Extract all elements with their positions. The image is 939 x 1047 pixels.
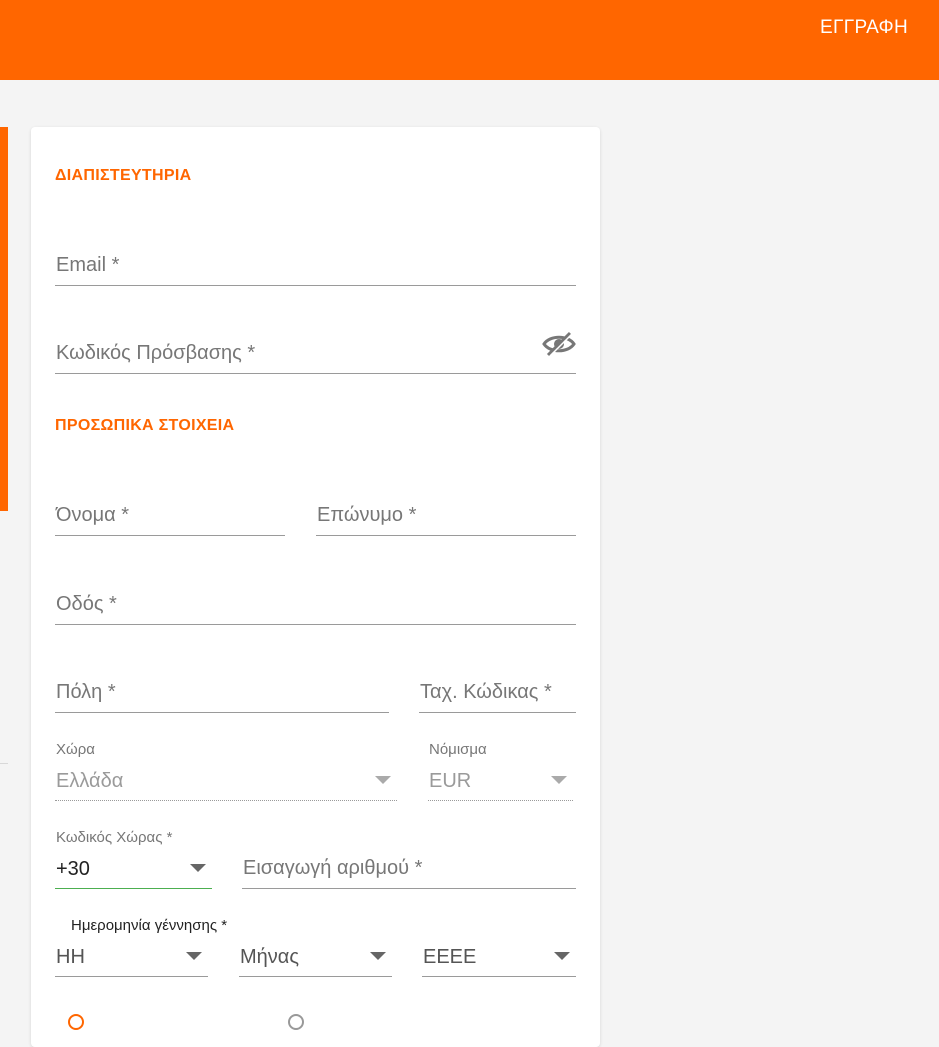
- chevron-down-icon: [186, 952, 202, 960]
- credentials-section-title: ΔΙΑΠΙΣΤΕΥΤΗΡΙΑ: [55, 167, 192, 184]
- last-name-field[interactable]: Επώνυμο *: [316, 495, 576, 536]
- first-name-placeholder: Όνομα *: [56, 504, 130, 526]
- postal-code-placeholder: Ταχ. Κώδικας *: [420, 681, 552, 703]
- dob-day-select[interactable]: ΗΗ: [55, 936, 208, 977]
- currency-value: EUR: [429, 770, 472, 792]
- dob-month-value: Μήνας: [240, 946, 299, 968]
- street-placeholder: Οδός *: [56, 593, 117, 615]
- left-accent-bar: [0, 127, 8, 511]
- register-title: ΕΓΓΡΑΦΗ: [820, 17, 908, 38]
- first-name-field[interactable]: Όνομα *: [55, 495, 285, 536]
- country-label: Χώρα: [56, 741, 95, 758]
- registration-card: ΔΙΑΠΙΣΤΕΥΤΗΡΙΑ Email * Κωδικός Πρόσβασης…: [31, 127, 600, 1047]
- email-placeholder: Email *: [56, 254, 120, 276]
- chevron-down-icon: [551, 776, 567, 784]
- dob-month-select[interactable]: Μήνας: [239, 936, 392, 977]
- dob-day-value: ΗΗ: [56, 946, 85, 968]
- personal-section-title: ΠΡΟΣΩΠΙΚΑ ΣΤΟΙΧΕΙΑ: [55, 417, 235, 434]
- phone-field[interactable]: Εισαγωγή αριθμού *: [242, 848, 576, 889]
- country-code-value: +30: [56, 858, 90, 880]
- chevron-down-icon: [190, 864, 206, 872]
- dob-label: Ημερομηνία γέννησης *: [71, 917, 228, 934]
- chevron-down-icon: [375, 776, 391, 784]
- left-divider: [0, 763, 8, 764]
- country-code-label: Κωδικός Χώρας *: [56, 829, 173, 846]
- email-field[interactable]: Email *: [55, 245, 576, 286]
- city-field[interactable]: Πόλη *: [55, 672, 389, 713]
- eye-off-icon[interactable]: [542, 330, 576, 358]
- last-name-placeholder: Επώνυμο *: [317, 504, 417, 526]
- dob-year-value: ΕΕΕΕ: [423, 946, 477, 968]
- password-placeholder: Κωδικός Πρόσβασης *: [56, 342, 256, 364]
- postal-code-field[interactable]: Ταχ. Κώδικας *: [419, 672, 576, 713]
- street-field[interactable]: Οδός *: [55, 584, 576, 625]
- country-select[interactable]: Ελλάδα: [55, 760, 397, 801]
- top-bar: ΕΓΓΡΑΦΗ: [0, 0, 939, 80]
- country-value: Ελλάδα: [56, 770, 124, 792]
- country-code-select[interactable]: +30: [55, 848, 212, 889]
- currency-select[interactable]: EUR: [428, 760, 573, 801]
- radio-indicator[interactable]: [288, 1014, 304, 1030]
- chevron-down-icon: [554, 952, 570, 960]
- radio-indicator[interactable]: [68, 1014, 84, 1030]
- phone-placeholder: Εισαγωγή αριθμού *: [243, 857, 423, 879]
- currency-label: Νόμισμα: [429, 741, 487, 758]
- chevron-down-icon: [370, 952, 386, 960]
- city-placeholder: Πόλη *: [56, 681, 116, 703]
- password-field[interactable]: Κωδικός Πρόσβασης *: [55, 333, 576, 374]
- dob-year-select[interactable]: ΕΕΕΕ: [422, 936, 576, 977]
